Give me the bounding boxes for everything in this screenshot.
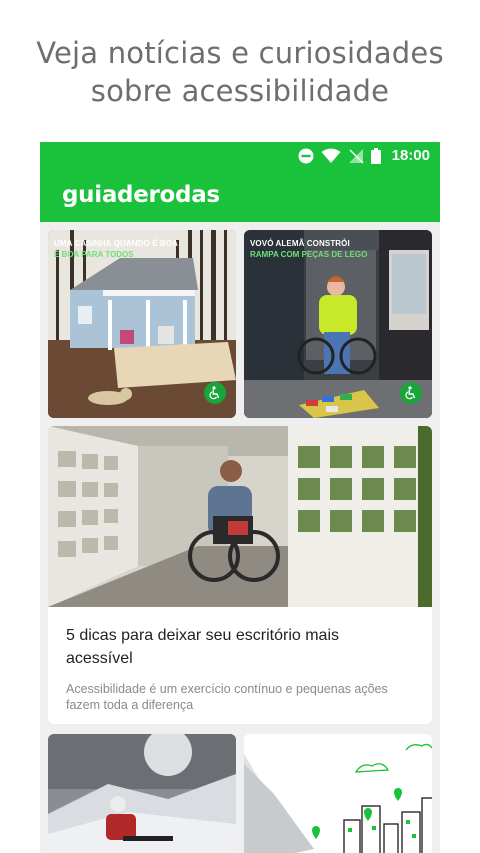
- city-illustration: [244, 734, 432, 853]
- office-photo: [48, 426, 432, 607]
- article-card-house[interactable]: UMA CASINHA QUANDO É BOA É BOA PARA TODO…: [48, 230, 236, 418]
- article-card-city[interactable]: [244, 734, 432, 853]
- wheelchair-icon: [209, 386, 220, 400]
- promo-line-1: Veja notícias e curiosidades: [36, 36, 444, 70]
- card-lego-subtitle: RAMPA COM PEÇAS DE LEGO: [250, 250, 368, 259]
- card-house-subtitle: É BOA PARA TODOS: [54, 250, 134, 259]
- ski-photo: [48, 734, 236, 853]
- card-office-title: 5 dicas para deixar seu escritório mais …: [66, 627, 340, 667]
- app-title: guiaderodas: [62, 182, 220, 208]
- card-house-title: UMA CASINHA QUANDO É BOA: [54, 239, 179, 248]
- battery-icon: [370, 147, 381, 164]
- card-lego-title: VOVÓ ALEMÃ CONSTRÓI: [250, 239, 350, 248]
- phone-screen: 18:00 guiaderodas UMA CASINHA QUANDO É B…: [40, 142, 440, 853]
- status-bar: 18:00: [40, 142, 440, 170]
- status-time: 18:00: [391, 147, 430, 164]
- article-card-ski[interactable]: [48, 734, 236, 853]
- app-bar: guiaderodas: [40, 170, 440, 222]
- article-card-office[interactable]: 5 dicas para deixar seu escritório mais …: [48, 426, 432, 724]
- no-signal-icon: [348, 148, 364, 164]
- article-card-lego[interactable]: VOVÓ ALEMÃ CONSTRÓI RAMPA COM PEÇAS DE L…: [244, 230, 432, 418]
- wheelchair-badge: [400, 382, 422, 404]
- card-office-description: Acessibilidade é um exercício contínuo e…: [66, 682, 388, 712]
- wheelchair-badge: [204, 382, 226, 404]
- promo-line-2: sobre acessibilidade: [90, 74, 390, 108]
- do-not-disturb-icon: [298, 148, 314, 163]
- wifi-icon: [321, 148, 341, 163]
- promo-headline: Veja notícias e curiosidades sobre acess…: [0, 34, 480, 110]
- wheelchair-icon: [405, 386, 416, 400]
